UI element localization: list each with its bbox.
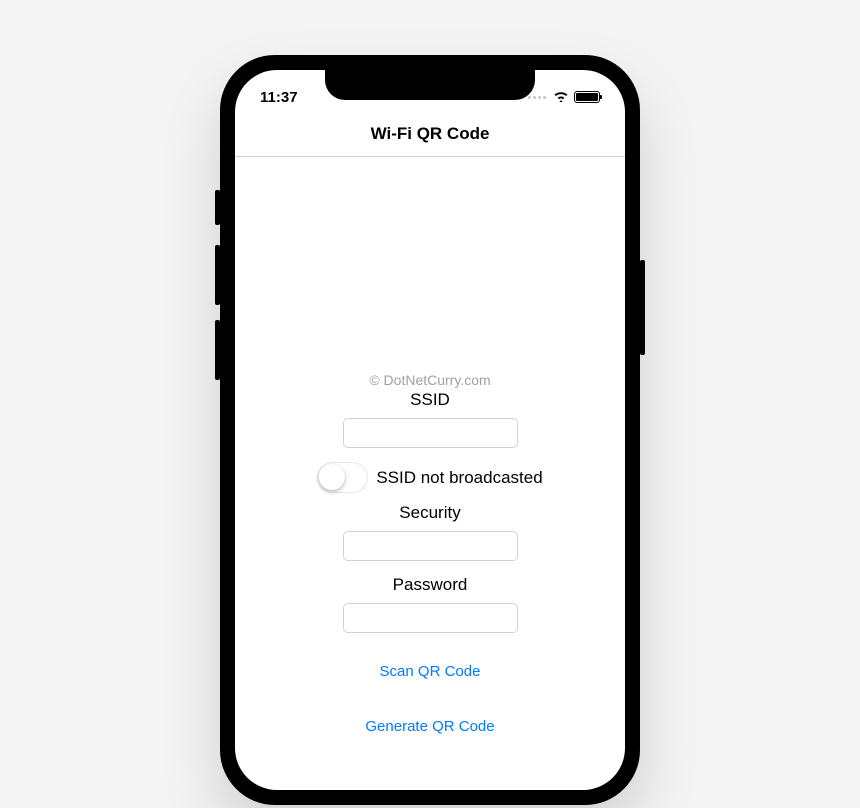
password-input[interactable]: [343, 603, 518, 633]
generate-qr-button[interactable]: Generate QR Code: [235, 710, 625, 743]
ssid-broadcast-toggle-row: SSID not broadcasted: [235, 462, 625, 493]
power-button: [640, 260, 645, 355]
volume-up-button: [215, 245, 220, 305]
ssid-input[interactable]: [343, 418, 518, 448]
battery-icon: [574, 91, 600, 103]
ssid-label: SSID: [235, 390, 625, 410]
ssid-broadcast-toggle[interactable]: [317, 462, 368, 493]
content-area: © DotNetCurry.com SSID SSID not broadcas…: [235, 157, 625, 743]
volume-down-button: [215, 320, 220, 380]
status-right: [528, 89, 600, 106]
status-time: 11:37: [260, 89, 298, 106]
silence-switch: [215, 190, 220, 225]
ssid-broadcast-toggle-label: SSID not broadcasted: [376, 468, 542, 488]
phone-screen: 11:37 Wi-Fi QR Code © DotNetCurry.com SS…: [235, 70, 625, 790]
scan-qr-button[interactable]: Scan QR Code: [235, 655, 625, 688]
page-title: Wi-Fi QR Code: [371, 124, 490, 143]
security-input[interactable]: [343, 531, 518, 561]
phone-notch: [325, 70, 535, 100]
wifi-icon: [553, 89, 569, 106]
password-label: Password: [235, 575, 625, 595]
cell-dots-icon: [528, 96, 546, 99]
nav-bar: Wi-Fi QR Code: [235, 114, 625, 157]
watermark: © DotNetCurry.com: [235, 372, 625, 388]
phone-device-frame: 11:37 Wi-Fi QR Code © DotNetCurry.com SS…: [220, 55, 640, 805]
security-label: Security: [235, 503, 625, 523]
